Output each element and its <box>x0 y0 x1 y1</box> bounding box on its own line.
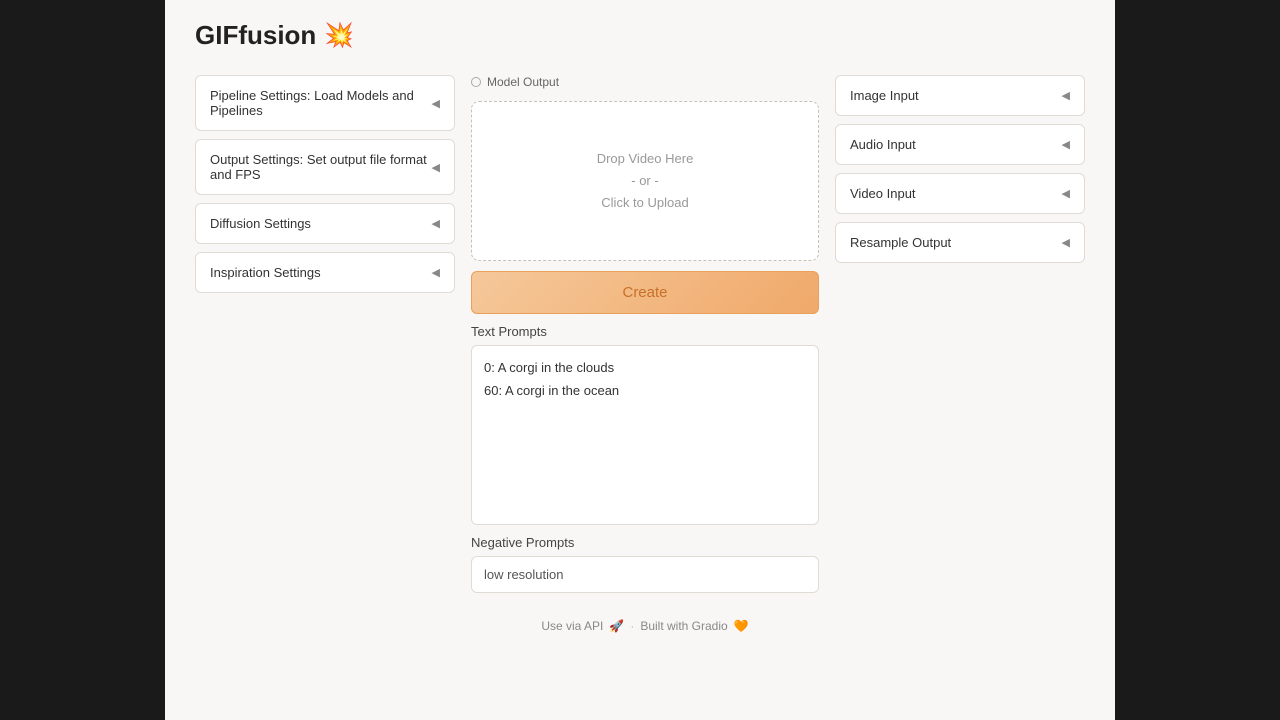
sidebar-item-output-label: Output Settings: Set output file format … <box>210 152 432 182</box>
footer: Use via API 🚀 · Built with Gradio 🧡 <box>471 619 819 633</box>
sidebar-item-diffusion[interactable]: Diffusion Settings ◀ <box>195 203 455 244</box>
create-button-label: Create <box>622 284 667 301</box>
sidebar-item-inspiration-label: Inspiration Settings <box>210 265 321 280</box>
right-accordion-video-input[interactable]: Video Input ◀ <box>835 173 1085 214</box>
built-label: Built with Gradio <box>640 619 727 633</box>
negative-prompts-section: Negative Prompts <box>471 535 819 593</box>
left-sidebar: Pipeline Settings: Load Models and Pipel… <box>195 75 455 633</box>
create-button[interactable]: Create <box>471 271 819 314</box>
sidebar-item-pipeline[interactable]: Pipeline Settings: Load Models and Pipel… <box>195 75 455 131</box>
chevron-left-icon-audio-input: ◀ <box>1062 138 1070 151</box>
chevron-left-icon-inspiration: ◀ <box>432 266 440 279</box>
app-icon: 💥 <box>324 21 354 50</box>
video-upload-area[interactable]: Drop Video Here - or - Click to Upload <box>471 101 819 261</box>
model-output-status-dot <box>471 77 481 87</box>
chevron-left-icon-output: ◀ <box>432 161 440 174</box>
main-layout: Pipeline Settings: Load Models and Pipel… <box>195 75 1085 633</box>
video-upload-line3: Click to Upload <box>601 192 688 214</box>
footer-separator: · <box>630 619 634 633</box>
api-label: Use via API <box>541 619 603 633</box>
text-prompts-label: Text Prompts <box>471 324 819 339</box>
negative-prompts-label: Negative Prompts <box>471 535 819 550</box>
app-container: GIFfusion 💥 Pipeline Settings: Load Mode… <box>165 0 1115 720</box>
chevron-left-icon-video-input: ◀ <box>1062 187 1070 200</box>
sidebar-item-output[interactable]: Output Settings: Set output file format … <box>195 139 455 195</box>
chevron-left-icon-image-input: ◀ <box>1062 89 1070 102</box>
built-icon: 🧡 <box>734 619 749 633</box>
api-icon: 🚀 <box>609 619 624 633</box>
chevron-left-icon-diffusion: ◀ <box>432 217 440 230</box>
app-title: GIFfusion <box>195 20 316 51</box>
text-prompts-display[interactable]: 0: A corgi in the clouds 60: A corgi in … <box>471 345 819 525</box>
chevron-left-icon-pipeline: ◀ <box>432 97 440 110</box>
model-output-label-text: Model Output <box>487 75 559 89</box>
right-accordion-image-input-label: Image Input <box>850 88 919 103</box>
chevron-left-icon-resample-output: ◀ <box>1062 236 1070 249</box>
right-accordion-audio-input-label: Audio Input <box>850 137 916 152</box>
right-sidebar: Image Input ◀ Audio Input ◀ Video Input … <box>835 75 1085 633</box>
negative-prompts-input[interactable] <box>471 556 819 593</box>
right-accordion-audio-input[interactable]: Audio Input ◀ <box>835 124 1085 165</box>
sidebar-item-diffusion-label: Diffusion Settings <box>210 216 311 231</box>
app-header: GIFfusion 💥 <box>195 20 1085 51</box>
sidebar-item-inspiration[interactable]: Inspiration Settings ◀ <box>195 252 455 293</box>
video-upload-line1: Drop Video Here <box>597 148 694 170</box>
text-prompts-section: Text Prompts 0: A corgi in the clouds 60… <box>471 324 819 525</box>
text-prompt-line-1: 60: A corgi in the ocean <box>484 379 806 402</box>
right-accordion-resample-output[interactable]: Resample Output ◀ <box>835 222 1085 263</box>
sidebar-item-pipeline-label: Pipeline Settings: Load Models and Pipel… <box>210 88 432 118</box>
video-upload-line2: - or - <box>631 170 658 192</box>
text-prompt-line-0: 0: A corgi in the clouds <box>484 356 806 379</box>
right-accordion-video-input-label: Video Input <box>850 186 916 201</box>
right-accordion-image-input[interactable]: Image Input ◀ <box>835 75 1085 116</box>
model-output-header: Model Output <box>471 75 819 89</box>
center-panel: Model Output Drop Video Here - or - Clic… <box>471 75 819 633</box>
right-accordion-resample-output-label: Resample Output <box>850 235 951 250</box>
